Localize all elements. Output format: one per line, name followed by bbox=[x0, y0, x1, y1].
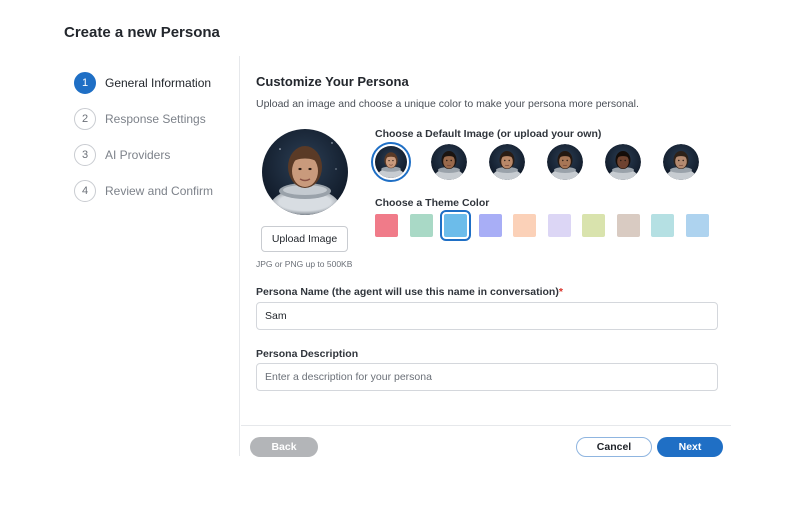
default-image-thumbnail[interactable] bbox=[489, 144, 525, 180]
persona-name-input[interactable] bbox=[256, 302, 718, 330]
step-number: 4 bbox=[74, 180, 96, 202]
vertical-divider bbox=[239, 56, 240, 456]
astronaut-avatar-image bbox=[663, 144, 699, 180]
section-subtitle: Upload an image and choose a unique colo… bbox=[256, 98, 639, 110]
default-image-options bbox=[371, 142, 701, 182]
theme-color-swatch[interactable] bbox=[686, 214, 709, 237]
step-label: Response Settings bbox=[105, 112, 206, 126]
theme-color-swatch[interactable] bbox=[582, 214, 605, 237]
theme-color-swatch[interactable] bbox=[440, 210, 471, 241]
astronaut-avatar-image bbox=[605, 144, 641, 180]
theme-color-label: Choose a Theme Color bbox=[375, 197, 490, 209]
step-review-and-confirm[interactable]: 4 Review and Confirm bbox=[74, 180, 234, 202]
astronaut-avatar-image bbox=[431, 144, 467, 180]
upload-image-button[interactable]: Upload Image bbox=[261, 226, 348, 252]
theme-color-swatch[interactable] bbox=[479, 214, 502, 237]
default-image-thumbnail[interactable] bbox=[371, 142, 411, 182]
back-button[interactable]: Back bbox=[250, 437, 318, 457]
required-mark: * bbox=[558, 286, 563, 298]
next-button[interactable]: Next bbox=[657, 437, 723, 457]
step-label: Review and Confirm bbox=[105, 184, 214, 198]
step-label: AI Providers bbox=[105, 148, 171, 162]
theme-color-swatch[interactable] bbox=[410, 214, 433, 237]
default-image-thumbnail[interactable] bbox=[547, 144, 583, 180]
cancel-button[interactable]: Cancel bbox=[576, 437, 652, 457]
step-general-information[interactable]: 1 General Information bbox=[74, 72, 234, 94]
theme-color-swatch[interactable] bbox=[513, 214, 536, 237]
astronaut-portrait-image bbox=[262, 129, 348, 215]
step-response-settings[interactable]: 2 Response Settings bbox=[74, 108, 234, 130]
stepper: 1 General Information 2 Response Setting… bbox=[74, 72, 234, 216]
persona-name-label: Persona Name (the agent will use this na… bbox=[256, 286, 563, 298]
section-title: Customize Your Persona bbox=[256, 74, 409, 89]
theme-color-options bbox=[375, 210, 715, 241]
step-number: 2 bbox=[74, 108, 96, 130]
step-ai-providers[interactable]: 3 AI Providers bbox=[74, 144, 234, 166]
theme-color-swatch[interactable] bbox=[375, 214, 398, 237]
default-image-label: Choose a Default Image (or upload your o… bbox=[375, 128, 602, 140]
persona-description-input[interactable] bbox=[256, 363, 718, 391]
step-number: 3 bbox=[74, 144, 96, 166]
step-label: General Information bbox=[105, 76, 212, 90]
theme-color-swatch[interactable] bbox=[651, 214, 674, 237]
default-image-thumbnail[interactable] bbox=[431, 144, 467, 180]
astronaut-avatar-image bbox=[489, 144, 525, 180]
default-image-thumbnail[interactable] bbox=[663, 144, 699, 180]
upload-hint: JPG or PNG up to 500KB bbox=[256, 259, 353, 269]
footer-divider bbox=[241, 425, 731, 426]
theme-color-swatch[interactable] bbox=[617, 214, 640, 237]
page-title: Create a new Persona bbox=[64, 24, 220, 41]
persona-description-label: Persona Description bbox=[256, 348, 359, 360]
astronaut-avatar-image bbox=[547, 144, 583, 180]
persona-avatar-preview bbox=[262, 129, 348, 215]
default-image-thumbnail[interactable] bbox=[605, 144, 641, 180]
astronaut-avatar-image bbox=[375, 146, 407, 178]
theme-color-swatch[interactable] bbox=[548, 214, 571, 237]
step-number: 1 bbox=[74, 72, 96, 94]
